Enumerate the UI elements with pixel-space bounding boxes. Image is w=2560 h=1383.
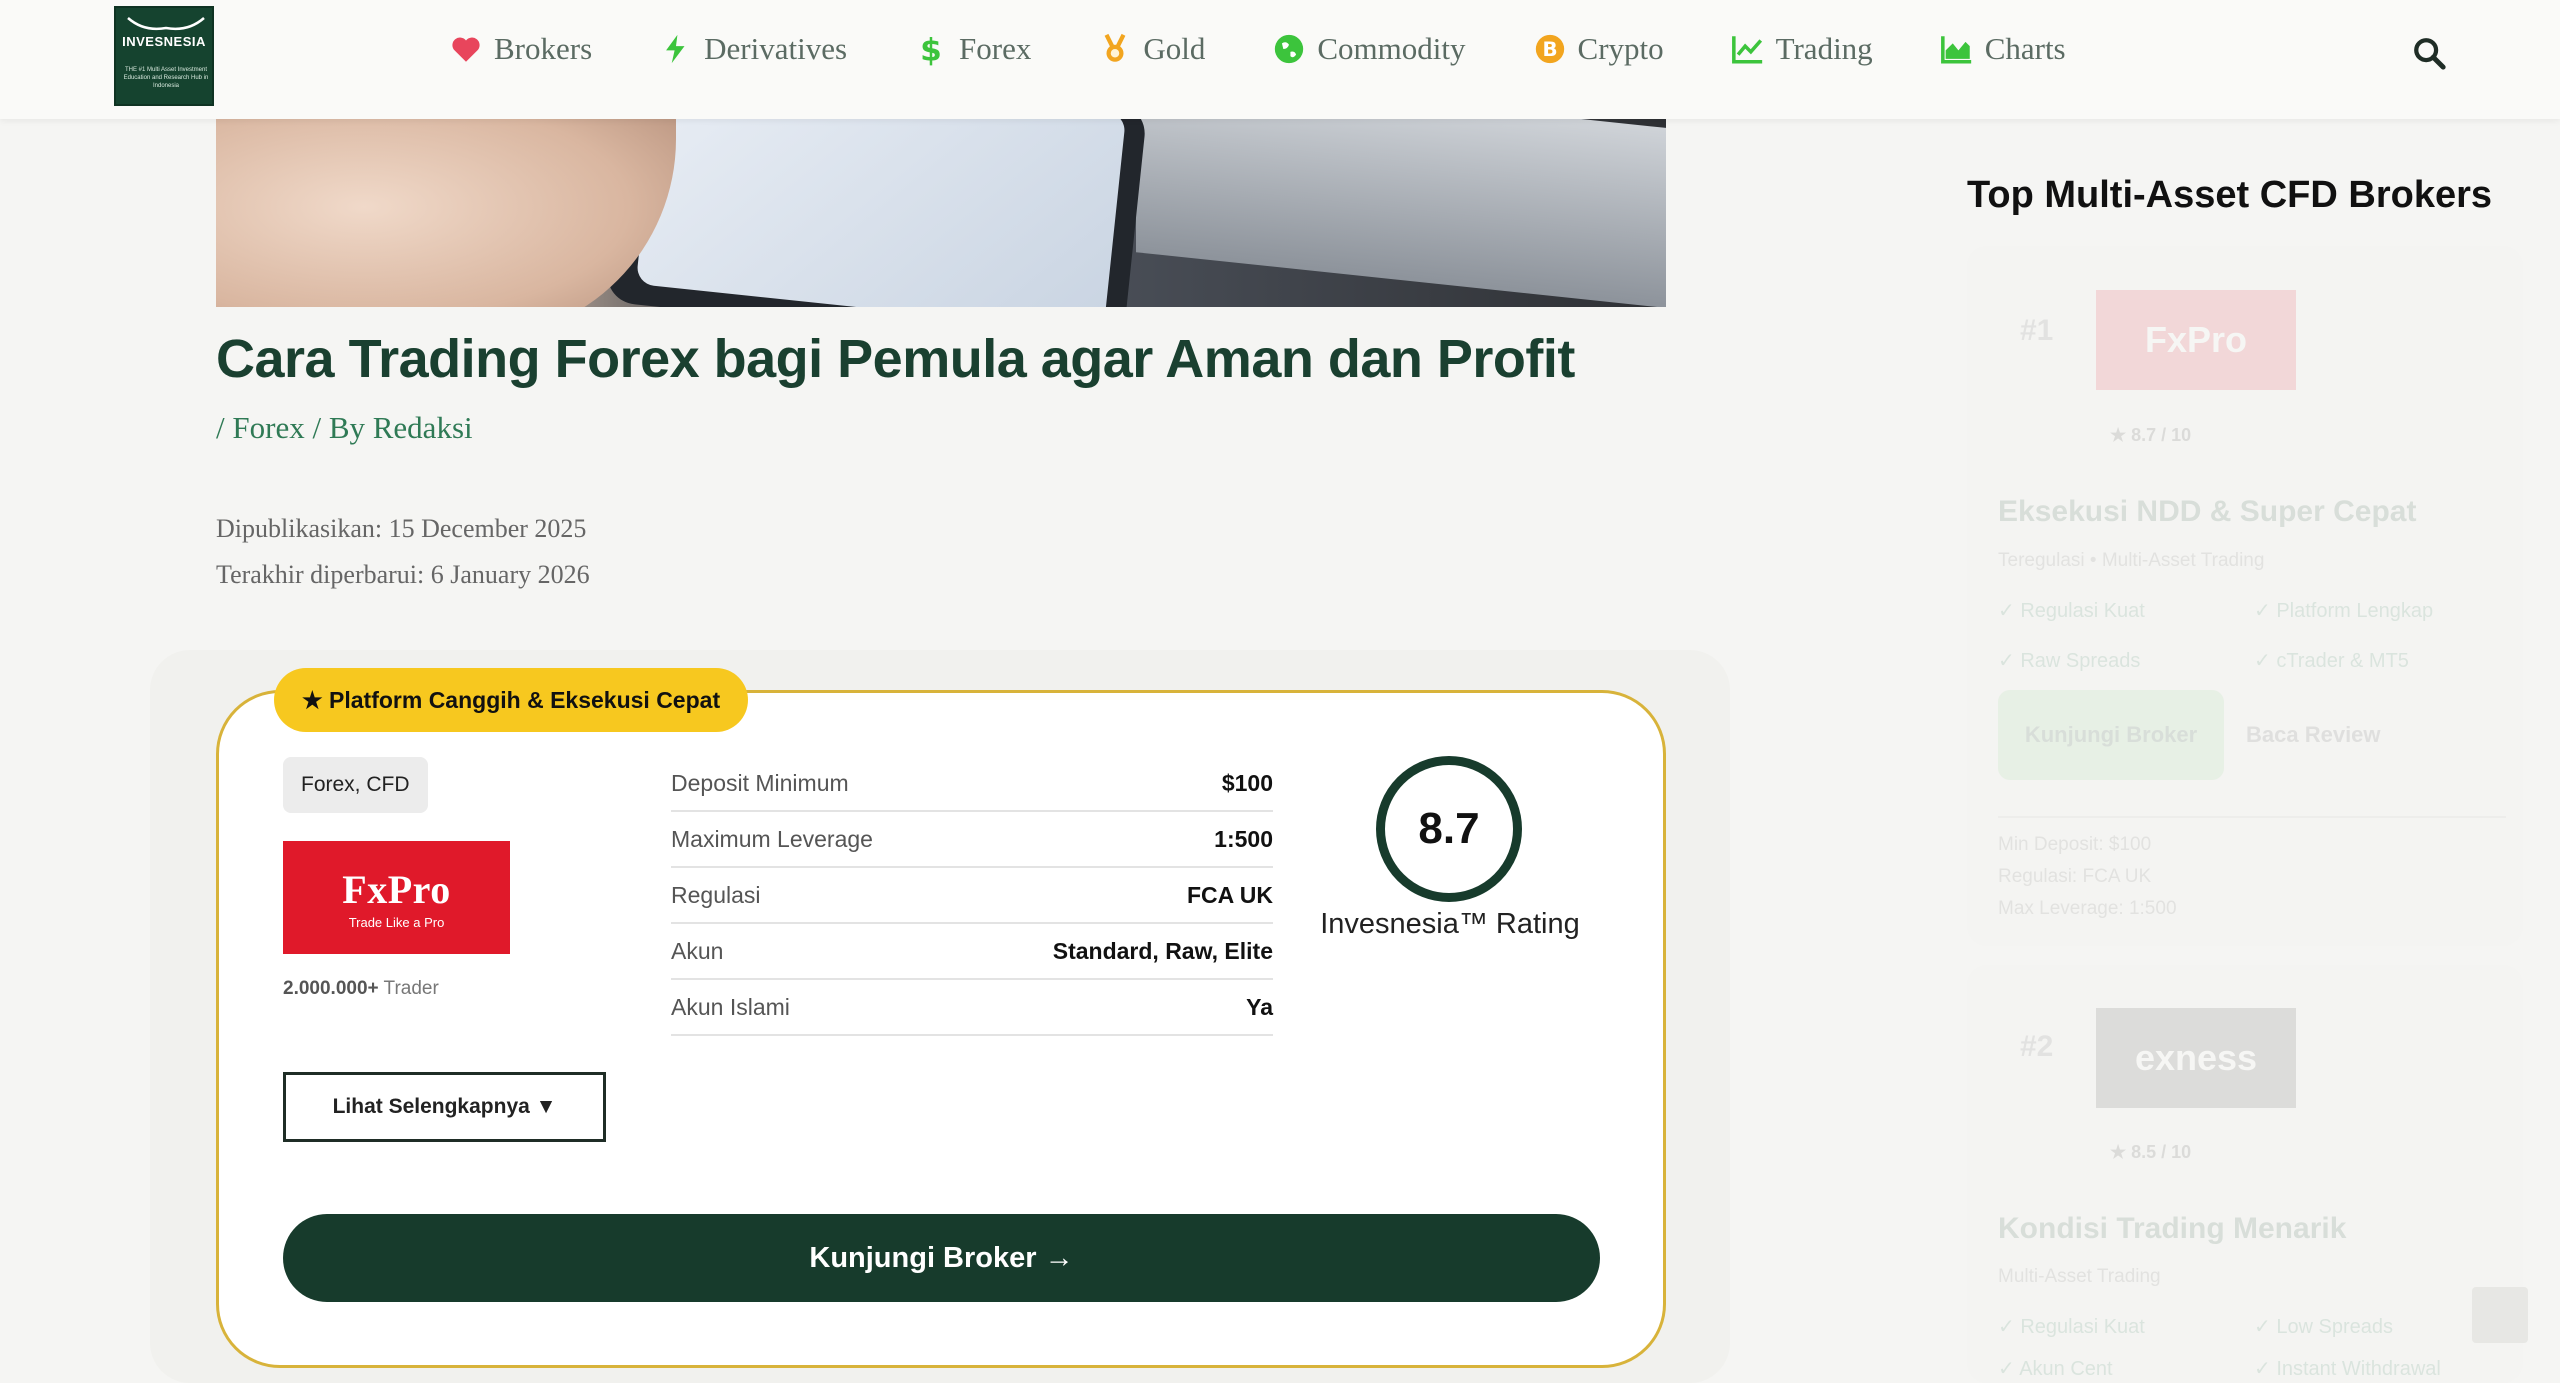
spec-row: Deposit Minimum $100 (671, 756, 1273, 812)
sidebar-info: Max Leverage: 1:500 (1998, 898, 2177, 919)
spec-row: Akun Standard, Raw, Elite (671, 924, 1273, 980)
asset-tag: Forex, CFD (283, 757, 428, 813)
nav-label: Gold (1143, 31, 1206, 66)
logo-text: INVESNESIA (122, 34, 206, 49)
see-more-button[interactable]: Lihat Selengkapnya ▼ (283, 1072, 606, 1142)
feature-badge: ★ Platform Canggih & Eksekusi Cepat (274, 668, 749, 732)
spec-label: Akun Islami (671, 993, 790, 1020)
broker-logo-tagline: Trade Like a Pro (348, 914, 445, 930)
spec-value: Ya (1246, 993, 1273, 1020)
spec-value: Standard, Raw, Elite (1052, 937, 1273, 964)
nav-label: Derivatives (704, 31, 848, 66)
sidebar-score: ★ 8.7 / 10 (2110, 425, 2192, 445)
nav-gold[interactable]: Gold (1097, 31, 1205, 67)
site-header: INVESNESIA THE #1 Multi Asset Investment… (0, 0, 2560, 119)
spec-value: FCA UK (1186, 881, 1273, 908)
scroll-to-top-button[interactable] (2472, 1287, 2528, 1343)
spec-label: Regulasi (671, 881, 761, 908)
nav-label: Charts (1984, 31, 2066, 66)
published-date: Dipublikasikan: 15 December 2025 (216, 514, 587, 543)
nav-commodity[interactable]: Commodity (1271, 31, 1466, 67)
updated-date: Terakhir diperbarui: 6 January 2026 (216, 560, 590, 589)
main-nav: Brokers Derivatives $ Forex Gold Commodi… (448, 26, 2132, 72)
sidebar-subtitle: Multi-Asset Trading (1998, 1266, 2161, 1287)
bull-icon (127, 17, 205, 31)
svg-text:B: B (1542, 38, 1557, 61)
line-chart-icon (1730, 31, 1766, 67)
spec-value: $100 (1221, 769, 1273, 796)
heart-icon (448, 31, 484, 67)
sidebar-score: ★ 8.5 / 10 (2110, 1142, 2192, 1162)
nav-label: Forex (959, 31, 1032, 66)
svg-text:$: $ (920, 32, 942, 66)
sidebar-broker-logo[interactable]: exness (2096, 1008, 2296, 1108)
medal-icon (1097, 31, 1133, 67)
sidebar-review-link[interactable]: Baca Review (2246, 722, 2381, 748)
rating-label: Invesnesia™ Rating (1320, 908, 1580, 940)
rating-score: 8.7 (1376, 756, 1522, 902)
nav-brokers[interactable]: Brokers (448, 31, 592, 67)
sidebar-headline: Kondisi Trading Menarik (1998, 1212, 2347, 1245)
nav-derivatives[interactable]: Derivatives (658, 31, 847, 67)
nav-crypto[interactable]: B Crypto (1532, 31, 1664, 67)
sidebar-feature: ✓ Akun Cent (1998, 1358, 2113, 1380)
logo-tagline: THE #1 Multi Asset Investment Education … (123, 67, 209, 89)
nav-label: Trading (1775, 31, 1873, 66)
sidebar-feature: ✓ Low Spreads (2254, 1316, 2394, 1338)
featured-image (216, 119, 1666, 307)
sidebar-feature: ✓ cTrader & MT5 (2254, 650, 2409, 672)
trader-count-label: Trader (378, 978, 439, 999)
article-meta: / Forex / By Redaksi (216, 410, 473, 446)
globe-icon (1271, 31, 1307, 67)
sidebar-rank: #1 (2020, 314, 2054, 347)
nav-charts[interactable]: Charts (1939, 31, 2066, 67)
category-link[interactable]: Forex (232, 410, 304, 445)
spec-value: 1:500 (1214, 825, 1273, 852)
spec-row: Regulasi FCA UK (671, 868, 1273, 924)
sidebar-visit-button[interactable]: Kunjungi Broker (1998, 690, 2224, 780)
nav-trading[interactable]: Trading (1730, 31, 1873, 67)
site-logo[interactable]: INVESNESIA THE #1 Multi Asset Investment… (114, 6, 214, 106)
sidebar-subtitle: Teregulasi • Multi-Asset Trading (1998, 550, 2265, 571)
sidebar-info: Regulasi: FCA UK (1998, 866, 2152, 887)
broker-logo-name: FxPro (342, 866, 451, 912)
area-chart-icon (1939, 31, 1975, 67)
sidebar-headline: Eksekusi NDD & Super Cepat (1998, 495, 2417, 528)
article-title: Cara Trading Forex bagi Pemula agar Aman… (216, 329, 1575, 389)
search-icon[interactable] (2412, 36, 2446, 70)
bolt-icon (658, 31, 694, 67)
sidebar-title: Top Multi-Asset CFD Brokers (1967, 174, 2493, 216)
sidebar-rank: #2 (2020, 1030, 2054, 1063)
trader-count-value: 2.000.000+ (283, 978, 379, 999)
broker-logo[interactable]: FxPro Trade Like a Pro (283, 841, 510, 954)
sidebar-broker-logo[interactable]: FxPro (2096, 290, 2296, 390)
meta-prefix: / (216, 410, 233, 445)
nav-forex[interactable]: $ Forex (913, 31, 1031, 67)
sidebar-feature: ✓ Instant Withdrawal (2254, 1358, 2441, 1380)
dollar-icon: $ (913, 31, 949, 67)
sidebar-feature: ✓ Regulasi Kuat (1998, 600, 2145, 622)
bitcoin-icon: B (1532, 31, 1568, 67)
sidebar-feature: ✓ Regulasi Kuat (1998, 1316, 2145, 1338)
visit-broker-button[interactable]: Kunjungi Broker → (283, 1214, 1600, 1302)
author-link[interactable]: Redaksi (373, 410, 473, 445)
spec-table: Deposit Minimum $100 Maximum Leverage 1:50… (671, 756, 1273, 1036)
sidebar-feature: ✓ Platform Lengkap (2254, 600, 2434, 622)
spec-label: Maximum Leverage (671, 825, 873, 852)
nav-label: Commodity (1317, 31, 1466, 66)
spec-row: Maximum Leverage 1:500 (671, 812, 1273, 868)
trader-count: 2.000.000+ Trader (283, 978, 439, 1000)
spec-row: Akun Islami Ya (671, 980, 1273, 1036)
spec-label: Akun (671, 937, 724, 964)
meta-by: / By (304, 410, 373, 445)
sidebar-info: Min Deposit: $100 (1998, 834, 2152, 855)
sidebar-feature: ✓ Raw Spreads (1998, 650, 2141, 672)
nav-label: Brokers (494, 31, 593, 66)
sidebar-divider (1998, 816, 2506, 818)
nav-label: Crypto (1577, 31, 1664, 66)
spec-label: Deposit Minimum (671, 769, 849, 796)
